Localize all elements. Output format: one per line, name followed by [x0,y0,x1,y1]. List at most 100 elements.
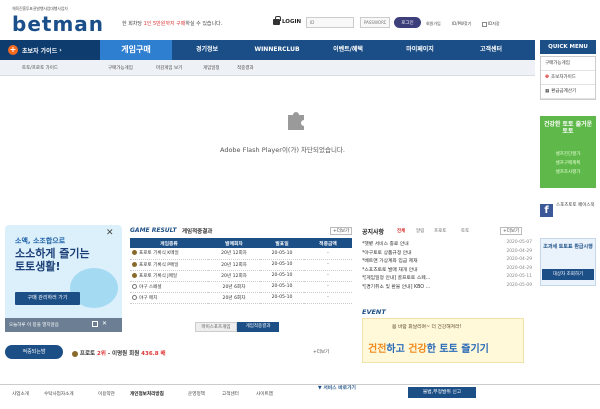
self-check-link[interactable]: 셀프진단평가 [543,151,593,157]
game-name: 프로토 기록식 K메일 [139,251,179,257]
join-link[interactable]: 회원가입 [426,21,441,27]
notice-tab-alert[interactable]: 알림 [416,228,424,234]
subnav-guide[interactable]: 토토/프로토 가이드 [22,65,58,71]
self-plan-link[interactable]: 셀프구매계획 [543,160,593,166]
quick-menu-title: QUICK MENU [540,40,596,54]
login-label: LOGIN [273,16,301,25]
nav-event[interactable]: 이벤트/혜택 [312,40,384,60]
promo-dont-show-checkbox[interactable] [92,321,98,327]
ticker-rank: 2위 [97,351,106,357]
beginner-guide-label: 초보자 가이드 [22,47,58,55]
refund-lookup-button[interactable]: 대상자 조회하기 [542,269,594,280]
nav-mypage[interactable]: 마이페이지 [384,40,456,60]
table-row[interactable]: 프로토 기록식 J메일 20년 12회차 20-05-10 - [130,270,352,282]
self-survey-link[interactable]: 셀프조사평가 [543,169,593,175]
event-headline-part: 하고 [386,344,409,355]
promo-manage-button[interactable]: 구매 관리하러 가기 [15,292,80,305]
footer-link-privacy[interactable]: 개인정보처리방침 [130,391,164,397]
game-name-cell: 야구 스페셜 [130,281,208,293]
event-headline-part: 한 토토 즐기기 [426,344,489,355]
proto-icon [132,250,137,256]
quick-menu-item[interactable]: 구매가능게임 [541,57,595,71]
footer [0,384,600,409]
password-input[interactable] [360,17,390,28]
game-result-more-button[interactable]: +더보기 [330,227,353,235]
notice-text: *햇볕 서비스 종료 안내 [362,242,409,247]
table-header-row: 게임종류 발매회차 발표일 적중금액 [130,238,352,248]
nav-match-info[interactable]: 경기정보 [172,40,242,60]
beginner-guide-button[interactable]: + 초보자 가이드 › [0,40,100,60]
flash-blocked-message: Adobe Flash Player이(가) 차단되었습니다. [220,146,345,154]
date-cell: 20-05-10 [260,259,304,271]
facebook-icon[interactable]: f [540,204,553,217]
game-name: 프로토 기록식 P메일 [139,262,179,268]
login-button[interactable]: 로그인 [394,17,421,28]
table-row[interactable]: 야구 매치 20년 6회차 20-05-10 - [130,292,352,304]
greet-highlight: 1인 5만원까지 구매 [143,21,186,27]
round-cell: 20년 12회차 [208,259,260,271]
tab-game-result[interactable]: 게임적중결과 [237,322,279,332]
find-id-pw-link[interactable]: ID/PW찾기 [452,21,471,27]
notice-date: 2020-05-09 [506,282,532,288]
service-shortcut[interactable]: ▼ 서비스 바로가기 [318,384,356,391]
subnav-schedule[interactable]: 게임일정 [203,65,220,71]
nav-customer-center[interactable]: 고객센터 [456,40,526,60]
notice-text: *스포츠토토 발매 재개 안내 [362,267,418,273]
notice-list: *햇볕 서비스 종료 안내 2020-05-07 *야구토토 상품규정 안내 202… [362,240,532,291]
notice-date: 2020-04-29 [506,257,532,262]
table-row[interactable]: 프로토 기록식 K메일 20년 12회차 20-05-10 - [130,248,352,260]
proto-icon [72,350,78,357]
list-item[interactable]: *스포츠토토 발매 재개 안내 2020-04-29 [362,266,532,275]
notice-tab-all[interactable]: 전체 [397,228,405,234]
table-row[interactable]: 야구 스페셜 20년 6회차 20-05-10 - [130,281,352,293]
list-item[interactable]: *햇볕 서비스 종료 안내 2020-05-07 [362,240,532,249]
game-name-cell: 프로토 기록식 K메일 [130,248,208,260]
subnav-closed-games[interactable]: 마감게임 보기 [156,65,182,71]
list-item[interactable]: *[게임일정 안내] 골프토토 스페... 2020-05-11 [362,274,532,283]
quick-menu-item[interactable]: ▦ 환급금계산기 [541,85,595,99]
subnav-results[interactable]: 적중결과 [237,65,254,71]
notice-date: 2020-05-11 [506,274,532,279]
report-illegal-button[interactable]: 불법,부정발위 신고 [408,387,476,398]
id-input[interactable] [306,17,354,28]
column-header: 발매회차 [208,238,260,248]
healthy-toto-title: 건강한 토토 즐거운 토토 [543,121,593,135]
amount-cell: - [304,248,352,260]
footer-link[interactable]: 이용약관 [98,391,115,397]
notice-more-button[interactable]: +더보기 [500,227,523,235]
date-cell: 20-05-10 [260,248,304,260]
betman-logo[interactable]: betman [12,12,104,36]
guide-icon: ❷ [545,74,550,80]
list-item[interactable]: *베트맨 가상계좌 입금 제재 2020-04-29 [362,257,532,266]
plus-icon: + [8,45,18,55]
amount-cell: - [304,270,352,282]
save-id-checkbox[interactable]: ID저장 [482,21,500,27]
winning-night-badge[interactable]: 적중되는밤 [5,345,63,359]
notice-tab-toto[interactable]: 토토 [461,228,469,234]
close-icon[interactable]: ✕ [102,320,107,327]
list-item[interactable]: *[경기취소 및 환불 안내] KBO ... 2020-05-09 [362,283,532,292]
list-item[interactable]: *야구토토 상품규정 안내 2020-04-29 [362,249,532,258]
date-cell: 20-05-10 [260,270,304,282]
close-icon[interactable]: ✕ [106,228,114,238]
greet-post: 하실 수 있습니다. [185,21,223,27]
subnav-available-games[interactable]: 구매가능게임 [108,65,133,71]
nav-winnerclub[interactable]: WINNERCLUB [242,40,312,60]
winning-more-button[interactable]: +더보기 [313,349,329,355]
nav-game-purchase[interactable]: 게임구매 [100,40,172,60]
quick-menu-item-label: 환급금계산기 [551,88,577,94]
footer-link[interactable]: 고객센터 [222,391,239,397]
notice-title: 공지사항 [362,229,385,236]
footer-link[interactable]: 사이트맵 [256,391,273,397]
facebook-link[interactable]: 스포츠토토 페이스북 [556,203,596,209]
quick-menu-item[interactable]: ❷ 초보자가이드 [541,71,595,85]
notice-text: *야구토토 상품규정 안내 [362,250,412,256]
table-row[interactable]: 프로토 기록식 P메일 20년 12회차 20-05-10 - [130,259,352,271]
event-headline-part: 건전 [368,344,387,355]
tab-my-sports-game[interactable]: 마이스포츠게임 [195,322,237,332]
notice-text: *[게임일정 안내] 골프토토 스페... [362,276,431,281]
footer-link[interactable]: 수탁사업자소개 [44,391,74,397]
footer-link[interactable]: 운영정책 [188,391,205,397]
footer-link[interactable]: 사업소개 [12,391,29,397]
notice-tab-proto[interactable]: 프로토 [434,228,446,234]
